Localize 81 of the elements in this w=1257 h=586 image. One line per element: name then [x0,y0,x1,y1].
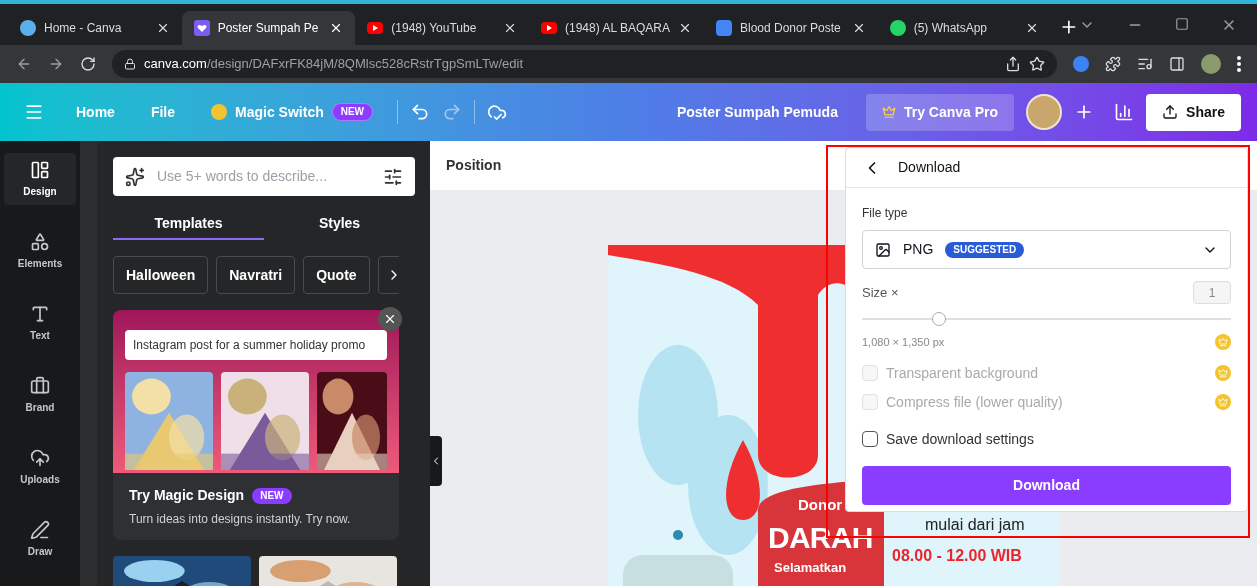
playlist-icon[interactable] [1137,56,1153,72]
magic-switch-button[interactable]: Magic Switch NEW [199,97,386,127]
rail-item[interactable]: Elements [4,225,76,277]
play-icon [367,22,384,34]
new-badge: NEW [252,487,292,504]
card-title: Try Magic Design [129,486,245,505]
maximize-icon[interactable] [1175,17,1189,31]
url-text: canva.com/design/DAFxrFK84jM/8QMlsc528cRstrTgpSmLTw/edit [144,55,524,74]
dismiss-button[interactable] [378,307,402,331]
poster-text: mulai dari jam [925,517,1025,533]
rail-item[interactable]: Brand [4,369,76,421]
close-icon [383,312,397,326]
popover-title: Download [898,158,961,177]
browser-tab[interactable]: (1948) YouTube [355,11,529,45]
rail-item[interactable]: Draw [4,513,76,565]
image-icon [875,241,891,258]
more-icon[interactable] [1237,56,1241,72]
search-field[interactable]: Use 5+ words to describe... [113,157,415,196]
option-label: Compress file (lower quality) [886,392,1063,412]
checkbox[interactable] [862,431,878,447]
rail-item[interactable]: Design [4,153,76,205]
category-chip[interactable]: Halloween [113,256,209,294]
close-icon[interactable] [503,21,517,35]
browser-tab[interactable]: Blood Donor Poste [703,11,878,45]
lock-icon [124,58,136,70]
poster-text: Selamatkan [774,561,847,574]
card-description: Turn ideas into designs instantly. Try now. [129,511,352,528]
briefcase-icon [30,375,50,396]
filter-icon[interactable] [383,166,403,187]
star-icon[interactable] [1029,56,1045,72]
share-icon[interactable] [1005,56,1021,72]
file-type-select[interactable]: PNG SUGGESTED [862,230,1231,269]
rail-item[interactable]: Text [4,297,76,349]
layout-icon [30,159,50,180]
user-avatar[interactable] [1026,94,1063,130]
suggested-badge: SUGGESTED [945,241,1025,258]
share-button[interactable]: Share [1146,93,1241,131]
circle-logo-icon [20,20,36,36]
cloud-check-icon[interactable] [487,102,508,122]
panel-tab[interactable]: Templates [113,208,264,240]
poster-text: 08.00 - 12.00 WIB [892,548,1022,564]
address-field[interactable]: canva.com/design/DAFxrFK84jM/8QMlsc528cRstrTgpSmLTw/edit [112,50,1057,78]
prompt-field: Instagram post for a summer holiday promo [125,330,387,360]
option-label: Save download settings [886,429,1034,449]
upload-icon [1162,104,1179,120]
document-icon [715,20,732,36]
browser-tab[interactable]: Poster Sumpah Pe [181,11,356,45]
play-icon [541,22,557,34]
cloud-upload-icon [30,447,50,468]
download-button[interactable]: Download [862,465,1231,505]
new-badge: NEW [331,103,374,121]
side-panel-icon[interactable] [1169,56,1185,72]
browser-tab[interactable]: Home - Canva [8,11,182,45]
panel-tab[interactable]: Styles [264,208,415,240]
field-label: Size × [862,283,899,302]
rail-item[interactable]: Uploads [4,441,76,493]
document-title[interactable]: Poster Sumpah Pemuda [676,101,838,123]
size-slider[interactable] [862,312,1231,326]
profile-avatar[interactable] [1201,54,1221,74]
pen-icon [30,519,50,540]
reload-icon[interactable] [80,56,96,72]
dimensions-text: 1,080 × 1,350 px [862,335,945,350]
field-label: File type [862,205,909,222]
option-label: Transparent background [886,363,1039,383]
magic-search-icon [125,166,145,187]
search-input[interactable]: Use 5+ words to describe... [157,166,371,187]
extension-icon[interactable] [1073,56,1089,72]
poster-text: Donor [798,497,843,512]
magic-design-card[interactable]: Instagram post for a summer holiday promo Try Magic Design NEW Turn ideas into designs instantly. Try now. [113,310,399,540]
position-button[interactable]: Position [446,155,502,176]
shapes-icon [30,231,50,252]
browser-tab[interactable]: (5) WhatsApp [877,11,1052,45]
collapse-handle[interactable] [430,436,442,486]
browser-tab[interactable]: (1948) AL BAQARA [529,11,704,45]
forward-icon[interactable] [48,56,64,72]
category-chip[interactable]: Navratri [216,256,296,294]
chat-icon [889,20,906,36]
slider-thumb[interactable] [932,312,947,326]
category-chip[interactable]: Quote [303,256,370,294]
chart-icon[interactable] [1114,102,1135,122]
puzzle-icon[interactable] [1105,56,1121,72]
